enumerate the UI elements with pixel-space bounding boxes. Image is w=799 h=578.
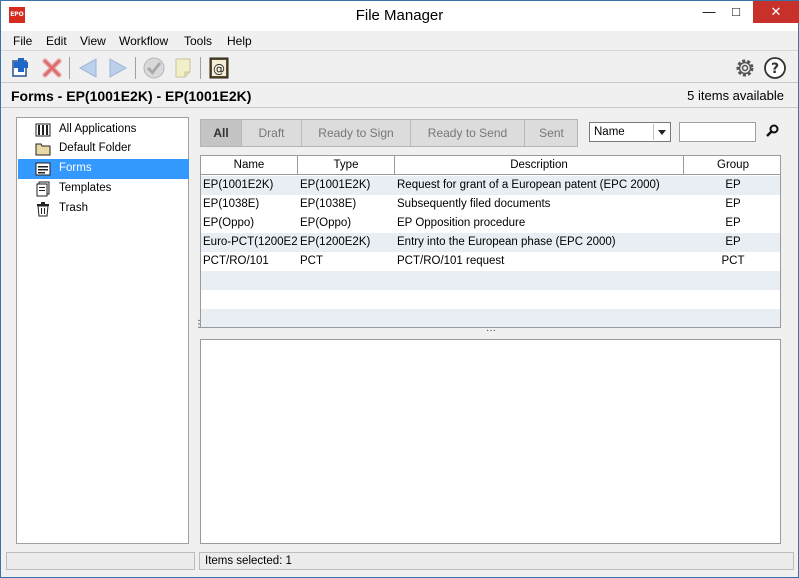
forward-icon[interactable]: [106, 56, 130, 80]
menu-help[interactable]: Help: [227, 34, 252, 48]
column-header-description[interactable]: Description: [395, 156, 684, 175]
cell-name: EP(1038E): [203, 198, 260, 210]
tree-item-all-applications[interactable]: All Applications: [18, 120, 189, 140]
settings-gear-icon[interactable]: [733, 56, 757, 80]
cell-description: EP Opposition procedure: [397, 217, 526, 229]
address-book-icon[interactable]: @: [207, 56, 231, 80]
help-icon[interactable]: ?: [763, 56, 787, 80]
cell-name: EP(Oppo): [203, 217, 255, 229]
all-applications-icon: [35, 122, 51, 138]
folder-tree: All Applications Default Folder Forms Te…: [16, 117, 189, 544]
cell-name: EP(1001E2K): [203, 179, 274, 191]
chevron-down-icon[interactable]: [653, 124, 669, 140]
search-icon[interactable]: [764, 123, 780, 139]
menu-tools[interactable]: Tools: [184, 34, 212, 48]
cell-type: EP(1200E2K): [300, 236, 371, 248]
toolbar: @ ?: [1, 52, 798, 83]
menu-bar: File Edit View Workflow Tools Help: [1, 31, 798, 51]
tab-sent[interactable]: Sent: [525, 120, 578, 146]
status-filter-tabs: All Draft Ready to Sign Ready to Send Se…: [200, 119, 578, 147]
column-header-name[interactable]: Name: [201, 156, 298, 175]
cell-description: Subsequently filed documents: [397, 198, 551, 210]
tree-item-label: Trash: [59, 202, 88, 214]
cell-type: PCT: [300, 255, 323, 267]
status-bar: Items selected: 1: [6, 552, 794, 570]
table-row[interactable]: EP(1038E) EP(1038E) Subsequently filed d…: [201, 195, 780, 214]
table-row[interactable]: EP(1001E2K) EP(1001E2K) Request for gran…: [201, 176, 780, 195]
detail-pane: [200, 339, 781, 544]
tree-item-label: All Applications: [59, 123, 137, 135]
note-icon[interactable]: [171, 56, 195, 80]
search-input[interactable]: [679, 122, 756, 142]
tree-item-forms[interactable]: Forms: [18, 159, 189, 179]
cell-group: EP: [725, 217, 741, 229]
check-icon[interactable]: [142, 56, 166, 80]
status-left-section: [6, 552, 195, 570]
cell-description: PCT/RO/101 request: [397, 255, 505, 267]
svg-text:?: ?: [771, 61, 779, 77]
cell-group: PCT: [721, 255, 745, 267]
toolbar-separator: [200, 57, 201, 79]
menu-workflow[interactable]: Workflow: [119, 34, 168, 48]
back-icon[interactable]: [76, 56, 100, 80]
cell-type: EP(1038E): [300, 198, 357, 210]
svg-text:@: @: [213, 62, 225, 76]
cell-name: Euro-PCT(1200E2K): [203, 236, 298, 248]
tree-item-templates[interactable]: Templates: [18, 179, 189, 199]
menu-file[interactable]: File: [13, 34, 32, 48]
cell-type: EP(Oppo): [300, 217, 352, 229]
tab-ready-to-sign[interactable]: Ready to Sign: [302, 120, 411, 146]
items-selected-status: Items selected: 1: [205, 555, 292, 567]
tree-item-label: Templates: [59, 182, 112, 194]
tree-item-label: Default Folder: [59, 142, 132, 154]
trash-icon: [35, 201, 51, 217]
column-header-type[interactable]: Type: [298, 156, 395, 175]
cell-type: EP(1001E2K): [300, 179, 371, 191]
close-button[interactable]: ✕: [753, 1, 799, 23]
folder-icon: [35, 141, 51, 157]
minimize-button[interactable]: —: [694, 1, 724, 23]
sort-field-select[interactable]: Name: [589, 122, 671, 142]
menu-view[interactable]: View: [80, 34, 106, 48]
items-count: 5 items available: [687, 88, 784, 103]
maximize-button[interactable]: □: [721, 1, 751, 23]
window-title: File Manager: [355, 7, 444, 24]
table-row[interactable]: Euro-PCT(1200E2K) EP(1200E2K) Entry into…: [201, 233, 780, 252]
table-header: Name Type Description Group: [201, 156, 780, 175]
cell-group: EP: [725, 198, 741, 210]
toolbar-separator: [69, 57, 70, 79]
cell-description: Entry into the European phase (EPC 2000): [397, 236, 616, 248]
tree-item-trash[interactable]: Trash: [18, 199, 189, 219]
empty-row: [201, 271, 780, 290]
tree-item-label: Forms: [59, 162, 92, 174]
toolbar-separator: [135, 57, 136, 79]
menu-edit[interactable]: Edit: [46, 34, 67, 48]
page-title: Forms - EP(1001E2K) - EP(1001E2K): [11, 88, 252, 104]
cell-description: Request for grant of a European patent (…: [397, 179, 660, 191]
tab-draft[interactable]: Draft: [242, 120, 302, 146]
tab-ready-to-send[interactable]: Ready to Send: [411, 120, 525, 146]
forms-icon: [35, 161, 51, 177]
cell-group: EP: [725, 236, 741, 248]
title-bar: EPO File Manager — □ ✕: [1, 1, 799, 31]
table-row[interactable]: EP(Oppo) EP(Oppo) EP Opposition procedur…: [201, 214, 780, 233]
empty-row: [201, 290, 780, 309]
tree-item-default-folder[interactable]: Default Folder: [18, 139, 189, 159]
status-right-section: Items selected: 1: [199, 552, 794, 570]
column-header-group[interactable]: Group: [684, 156, 780, 175]
horizontal-splitter-handle[interactable]: ···: [486, 326, 496, 336]
tab-all[interactable]: All: [201, 120, 242, 146]
file-manager-window: EPO File Manager — □ ✕ File Edit View Wo…: [0, 0, 799, 578]
sort-field-value: Name: [594, 126, 625, 138]
location-header: Forms - EP(1001E2K) - EP(1001E2K) 5 item…: [1, 84, 798, 108]
cell-group: EP: [725, 179, 741, 191]
templates-icon: [35, 181, 51, 197]
new-icon[interactable]: [9, 56, 33, 80]
forms-table: Name Type Description Group EP(1001E2K) …: [200, 155, 781, 328]
table-row[interactable]: PCT/RO/101 PCT PCT/RO/101 request PCT: [201, 252, 780, 271]
cell-name: PCT/RO/101: [203, 255, 269, 267]
delete-icon[interactable]: [40, 56, 64, 80]
